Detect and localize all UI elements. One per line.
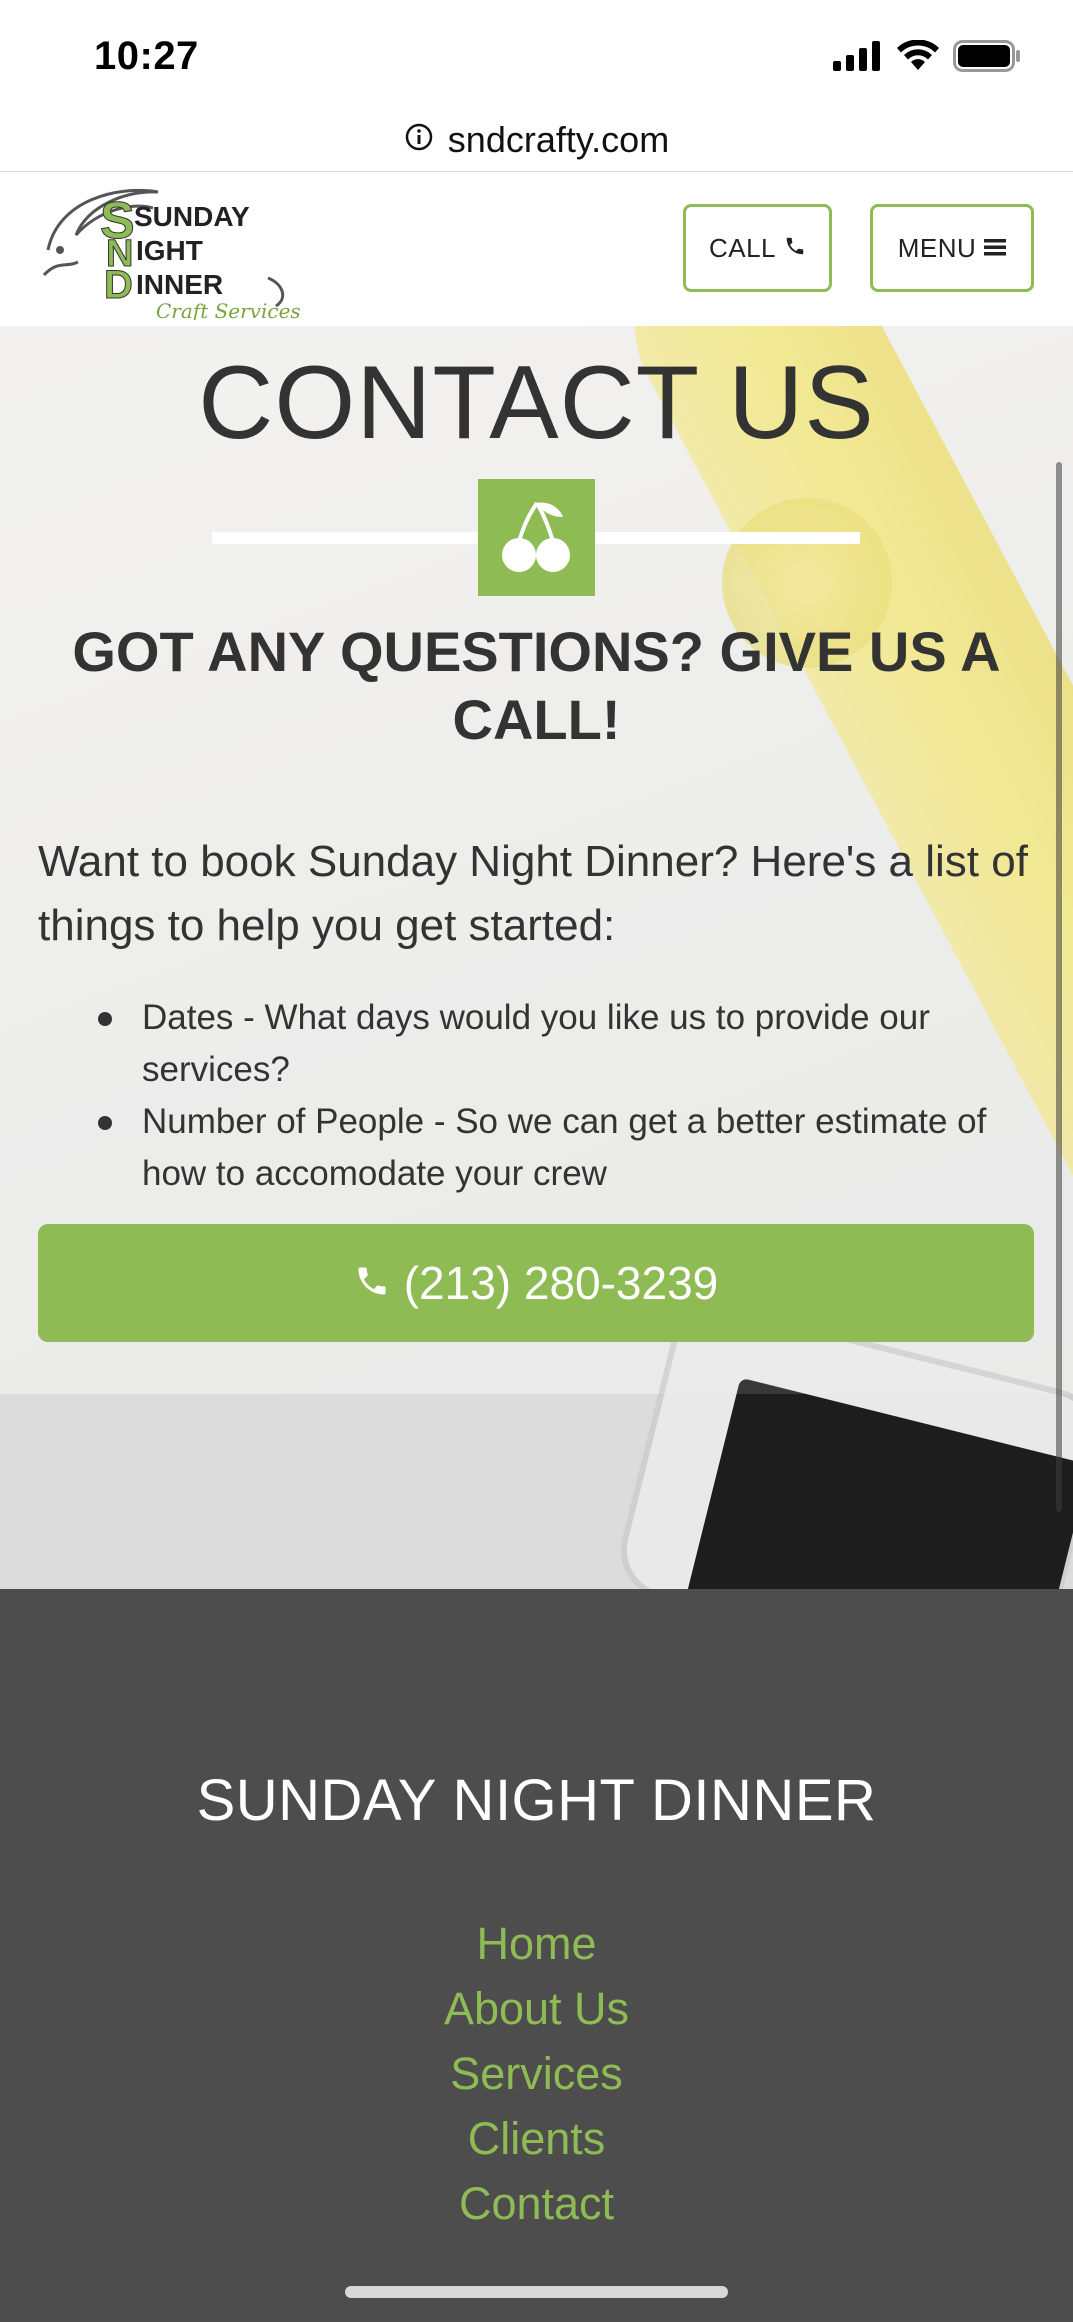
site-header: S SUNDAY N IGHT D INNER Craft Services C…	[0, 172, 1073, 326]
phone-number-button[interactable]: (213) 280-3239	[38, 1224, 1034, 1342]
section-heading: GOT ANY QUESTIONS? GIVE US A CALL!	[72, 620, 1001, 751]
page-scrollbar[interactable]	[1056, 462, 1062, 1512]
hamburger-icon	[984, 233, 1007, 264]
footer-nav: Home About Us Services Clients Contact	[0, 1911, 1073, 2236]
list-item: Number of People - So we can get a bette…	[98, 1096, 1028, 1200]
contact-hero: CONTACT US GOT ANY QUESTIONS? GIVE US A …	[0, 326, 1073, 1589]
footer-link-services[interactable]: Services	[0, 2041, 1073, 2106]
svg-text:D: D	[104, 263, 133, 307]
page-title: CONTACT US	[198, 345, 875, 461]
cherry-icon	[497, 495, 577, 580]
phone-icon	[784, 233, 806, 264]
footer-link-about-us[interactable]: About Us	[0, 1976, 1073, 2041]
status-bar: 10:27	[0, 0, 1073, 108]
address-bar[interactable]: sndcrafty.com	[0, 108, 1073, 172]
call-button[interactable]: CALL	[683, 204, 832, 292]
status-time: 10:27	[94, 34, 199, 78]
info-icon[interactable]	[404, 122, 434, 157]
phone-number-label: (213) 280-3239	[403, 1257, 719, 1309]
call-button-label: CALL	[708, 232, 777, 263]
home-indicator[interactable]	[345, 2286, 728, 2298]
footer-link-contact[interactable]: Contact	[0, 2171, 1073, 2236]
url-text[interactable]: sndcrafty.com	[448, 119, 669, 161]
site-footer: SUNDAY NIGHT DINNER Home About Us Servic…	[0, 1589, 1073, 2322]
svg-text:IGHT: IGHT	[136, 235, 203, 266]
intro-text: Want to book Sunday Night Dinner? Here's…	[38, 837, 1028, 950]
cherry-badge	[478, 479, 595, 596]
signal-icon	[833, 41, 883, 76]
battery-icon	[953, 40, 1021, 77]
status-icons	[833, 39, 1021, 77]
site-logo[interactable]: S SUNDAY N IGHT D INNER Craft Services	[38, 180, 301, 323]
wifi-icon	[897, 39, 939, 77]
svg-text:SUNDAY: SUNDAY	[134, 201, 250, 232]
svg-text:INNER: INNER	[136, 269, 223, 300]
footer-link-home[interactable]: Home	[0, 1911, 1073, 1976]
menu-button-label: MENU	[897, 232, 977, 263]
phone-icon	[354, 1256, 390, 1310]
footer-link-clients[interactable]: Clients	[0, 2106, 1073, 2171]
list-item: Dates - What days would you like us to p…	[98, 992, 1028, 1096]
checklist: Dates - What days would you like us to p…	[98, 992, 1028, 1200]
menu-button[interactable]: MENU	[870, 204, 1034, 292]
svg-text:Craft Services: Craft Services	[156, 299, 300, 320]
footer-title: SUNDAY NIGHT DINNER	[196, 1768, 877, 1833]
